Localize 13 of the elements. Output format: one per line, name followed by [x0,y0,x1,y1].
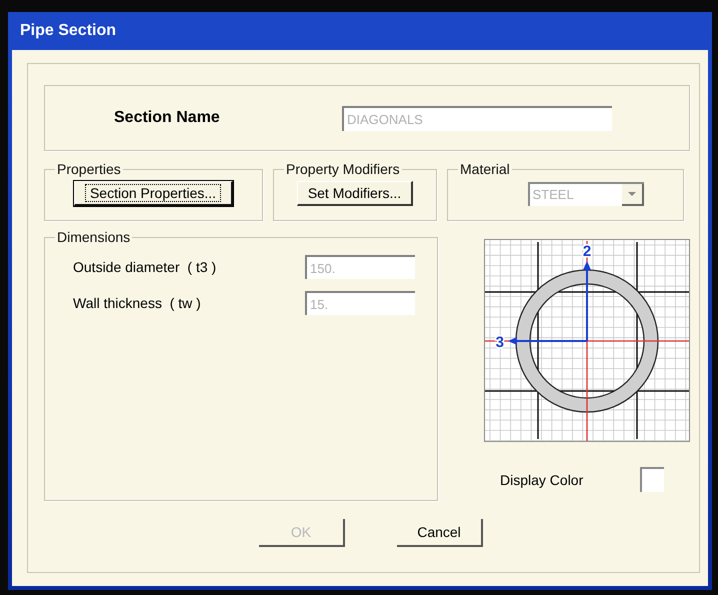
color-swatch[interactable] [640,467,664,492]
window-title: Pipe Section [19,22,116,40]
field-label: Wall thickness ( tw ) [73,295,202,311]
button[interactable]: Section Properties... [74,181,234,206]
group-label: Material [459,161,511,177]
section-name-label: Section Name [114,109,221,127]
group-label: Dimensions [56,229,132,245]
button[interactable]: Set Modifiers... [296,181,414,206]
group-label: Properties [56,161,122,177]
display-color-label: Display Color [500,472,584,488]
group-label: Property Modifiers [285,161,401,177]
cancel-button[interactable]: Cancel [397,519,483,547]
field-label: Outside diameter ( t3 ) [73,259,218,275]
